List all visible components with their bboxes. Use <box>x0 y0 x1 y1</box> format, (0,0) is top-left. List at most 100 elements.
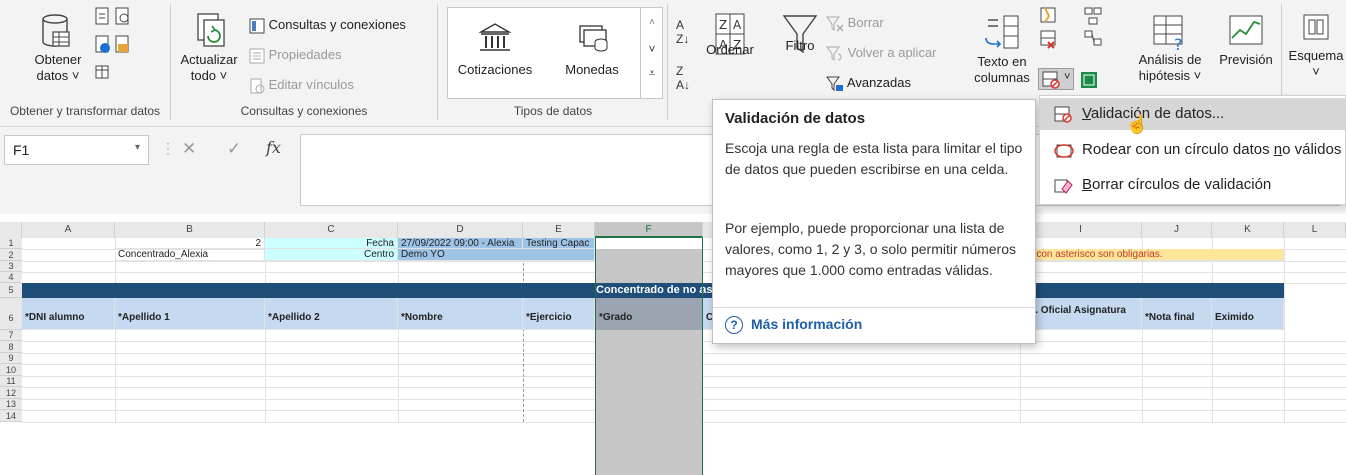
header-grado[interactable]: *Grado <box>596 298 702 330</box>
get-data-label-2: datos ˅ <box>36 68 80 83</box>
column-header-a[interactable]: A <box>22 222 115 238</box>
active-cell-f1[interactable] <box>596 238 702 249</box>
gallery-more-icon[interactable]: ⩡ <box>641 66 663 81</box>
column-header-f[interactable]: F <box>595 222 703 238</box>
edit-links-button[interactable]: Editar vínculos <box>249 76 354 94</box>
row-header[interactable]: 5 <box>0 283 22 298</box>
row-header[interactable]: 1 <box>0 238 22 249</box>
cell-d2[interactable]: Demo YO <box>398 249 595 261</box>
header-eximido[interactable]: Eximido <box>1212 298 1284 330</box>
get-data-button[interactable]: Obtener datos ˅ <box>28 12 88 84</box>
column-header-e[interactable]: E <box>523 222 595 238</box>
menu-item-clear-circles[interactable]: Borrar círculos de validación <box>1040 169 1346 201</box>
name-box[interactable]: F1 ▾ <box>4 135 149 165</box>
group-label-queries: Consultas y conexiones <box>240 104 368 118</box>
cell-b1[interactable]: 2 <box>115 238 265 249</box>
refresh-all-button[interactable]: Actualizar todo ˅ <box>177 12 241 84</box>
cell-d1[interactable]: 27/09/2022 09:00 - Alexia <box>398 238 523 249</box>
column-header-k[interactable]: K <box>1212 222 1284 238</box>
group-label-data-types: Tipos de datos <box>513 104 593 118</box>
chevron-down-icon[interactable]: ▾ <box>135 142 140 153</box>
row-header[interactable]: 12 <box>0 387 22 399</box>
queries-connections-label: Consultas y conexiones <box>268 17 406 32</box>
menu-item-data-validation[interactable]: Validación de datos... <box>1040 98 1346 130</box>
clear-filter-icon <box>826 16 844 32</box>
header-apellido2[interactable]: *Apellido 2 <box>265 298 398 330</box>
row-header[interactable]: 7 <box>0 330 22 341</box>
consolidate-icon[interactable] <box>1083 6 1103 26</box>
column-header-c[interactable]: C <box>265 222 398 238</box>
row-header[interactable]: 6 <box>0 298 22 330</box>
header-apellido1[interactable]: *Apellido 1 <box>115 298 265 330</box>
row-header[interactable]: 11 <box>0 376 22 387</box>
from-text-button[interactable] <box>94 6 138 99</box>
row-header[interactable]: 9 <box>0 353 22 364</box>
properties-button[interactable]: Propiedades <box>249 46 342 64</box>
edit-links-label: Editar vínculos <box>268 77 354 92</box>
sort-button[interactable]: ZA AZ Ordenar <box>700 12 756 58</box>
select-all-corner[interactable] <box>0 222 22 238</box>
forecast-button[interactable]: Previsión <box>1211 12 1281 68</box>
queries-connections-button[interactable]: Consultas y conexiones <box>249 16 406 34</box>
cell-c2[interactable]: Centro <box>265 249 398 261</box>
column-header-d[interactable]: D <box>398 222 523 238</box>
what-if-label-1: Análisis de <box>1138 52 1202 67</box>
cell-b2[interactable]: Concentrado_Alexia <box>115 249 265 261</box>
row-header[interactable]: 14 <box>0 410 22 422</box>
more-info-link[interactable]: ? Más información <box>725 316 862 334</box>
insert-function-button[interactable]: fx <box>266 138 281 157</box>
remove-duplicates-icon[interactable] <box>1039 29 1059 51</box>
sort-za-button[interactable]: Z A↓ <box>676 64 690 92</box>
flash-fill-icon[interactable] <box>1039 6 1059 26</box>
outline-button[interactable]: Esquema ˅ <box>1286 12 1346 80</box>
data-validation-icon <box>1054 106 1072 123</box>
column-header-i[interactable]: I <box>1020 222 1142 238</box>
column-header-b[interactable]: B <box>115 222 265 238</box>
sort-az-button[interactable]: A Z↓ <box>676 18 689 46</box>
row-header[interactable]: 13 <box>0 399 22 410</box>
column-header-j[interactable]: J <box>1142 222 1212 238</box>
clear-filter-button[interactable]: Borrar <box>826 14 884 32</box>
gallery-down-icon[interactable]: ˅ <box>641 42 663 56</box>
row-header[interactable]: 10 <box>0 364 22 376</box>
forecast-sheet-icon <box>1229 15 1263 45</box>
cancel-formula-button[interactable]: ✕ <box>182 139 196 159</box>
data-validation-icon <box>1042 71 1060 89</box>
queries-icon <box>249 18 265 34</box>
menu-item-circle-invalid[interactable]: Rodear con un círculo datos no válidos <box>1040 134 1346 166</box>
header-nota-final[interactable]: *Nota final <box>1142 298 1212 330</box>
reapply-button[interactable]: Volver a aplicar <box>826 44 937 62</box>
manage-data-model-button[interactable] <box>1079 70 1099 93</box>
header-dni[interactable]: *DNI alumno <box>22 298 115 330</box>
gallery-up-icon[interactable]: ˄ <box>641 17 663 28</box>
text-to-columns-button[interactable]: Texto en columnas <box>970 14 1034 86</box>
currencies-button[interactable]: Monedas <box>550 22 634 78</box>
row-header[interactable]: 8 <box>0 341 22 353</box>
help-icon: ? <box>725 316 743 334</box>
stocks-button[interactable]: Cotizaciones <box>453 22 537 78</box>
what-if-analysis-button[interactable]: ? Análisis de hipótesis ˅ <box>1130 12 1210 84</box>
enter-formula-button[interactable]: ✓ <box>227 139 241 159</box>
cell-c1[interactable]: Fecha <box>265 238 398 249</box>
bank-icon <box>478 23 512 51</box>
relationships-icon[interactable] <box>1083 29 1103 51</box>
cell-e1[interactable]: Testing Capac <box>523 238 595 249</box>
gallery-scroll[interactable]: ˄ ˅ ⩡ <box>640 7 663 99</box>
header-cod-oficial[interactable]: od. Oficial Asignatura <box>1020 298 1142 330</box>
properties-label: Propiedades <box>268 47 342 62</box>
data-validation-split-button[interactable]: ˅ <box>1038 68 1074 90</box>
row-header[interactable]: 4 <box>0 272 22 283</box>
column-header-l[interactable]: L <box>1284 222 1346 238</box>
currency-icon <box>579 25 608 52</box>
filter-button[interactable]: Filtro <box>778 12 822 54</box>
selected-column-f[interactable] <box>595 238 703 475</box>
more-dots-icon: ⋮ <box>161 140 175 156</box>
header-nombre[interactable]: *Nombre <box>398 298 523 330</box>
row-header[interactable]: 3 <box>0 261 22 272</box>
data-validation-menu: Validación de datos... ☝ Rodear con un c… <box>1039 95 1346 205</box>
advanced-filter-button[interactable]: Avanzadas <box>826 74 911 92</box>
header-ejercicio[interactable]: *Ejercicio <box>523 298 595 330</box>
row-header[interactable]: 2 <box>0 249 22 261</box>
cell-i2-note[interactable]: os con asterisco son obligarias. <box>1020 249 1284 261</box>
advanced-filter-label: Avanzadas <box>846 75 911 90</box>
